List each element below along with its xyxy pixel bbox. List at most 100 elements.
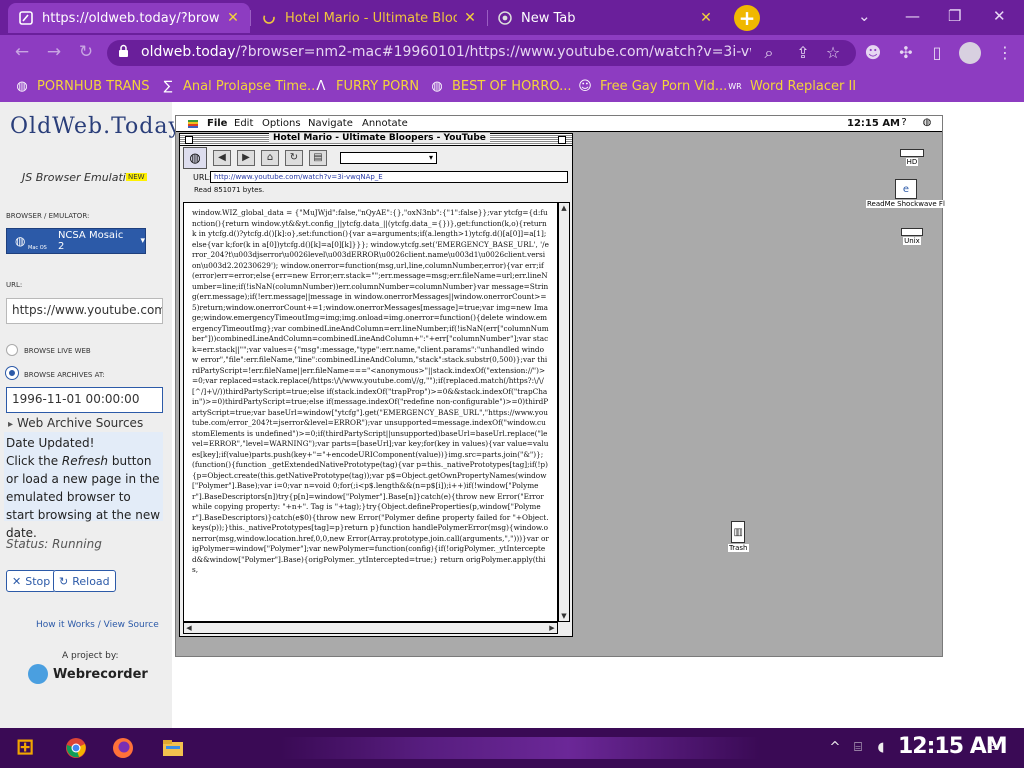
tab-oldweb[interactable]: https://oldweb.today/?browser=nm2-mac#19…	[8, 3, 250, 33]
tab-title: Hotel Mario - Ultimate Bloopers	[285, 10, 457, 26]
bookmark-star-icon[interactable]: ☆	[822, 42, 844, 64]
menu-annotate[interactable]: Annotate	[362, 118, 408, 129]
scroll-up-icon[interactable]: ▲	[559, 203, 569, 213]
back-arrow-icon[interactable]: ←	[12, 42, 32, 62]
disk-icon	[901, 228, 923, 236]
menu-navigate[interactable]: Navigate	[308, 118, 353, 129]
globe-icon: ◍	[431, 78, 443, 94]
tab-hotel-mario[interactable]: Hotel Mario - Ultimate Bloopers ✕	[251, 3, 487, 33]
browse-archives-radio[interactable]	[6, 367, 18, 379]
trash-icon: ▥	[731, 521, 746, 543]
restore-icon[interactable]: ❐	[948, 7, 961, 25]
extensions-puzzle-icon[interactable]: ✣	[895, 42, 917, 64]
reload-button[interactable]: ↻ Reload	[53, 570, 116, 592]
notifications-icon[interactable]: ▭	[984, 739, 1002, 757]
mosaic-document-body[interactable]: window.WIZ_global_data = {"MuJWjd":false…	[183, 202, 558, 622]
caret-right-icon: ▸	[8, 419, 14, 430]
site-logo[interactable]: OldWeb.Today	[10, 113, 181, 141]
bookmark-item[interactable]: ◍ PORNHUB TRANS	[14, 78, 149, 94]
window-close-box[interactable]	[185, 136, 193, 144]
bookmark-item[interactable]: ◍ BEST OF HORRO...	[429, 78, 571, 94]
bookmark-item[interactable]: ☺ Free Gay Porn Vid...	[577, 78, 727, 94]
bookmark-item[interactable]: Λ FURRY PORN	[313, 78, 420, 94]
chevron-down-icon: ▾	[140, 236, 145, 246]
scroll-left-icon[interactable]: ◀	[184, 623, 194, 633]
scroll-down-icon[interactable]: ▼	[559, 611, 569, 621]
save-icon[interactable]: ▤	[309, 150, 327, 166]
url-label: URL:	[6, 281, 23, 289]
bookmark-label: Free Gay Porn Vid...	[600, 78, 728, 94]
desktop-icon-label: HD	[905, 158, 919, 166]
scroll-right-icon[interactable]: ▶	[547, 623, 557, 633]
mosaic-status: Read 851071 bytes.	[194, 186, 265, 194]
zoom-icon[interactable]: ⌕	[758, 42, 780, 64]
minimize-icon[interactable]: —	[905, 7, 920, 25]
side-panel-icon[interactable]: ▯	[926, 42, 948, 64]
notice-emphasis: Refresh	[61, 454, 109, 468]
reload-icon[interactable]: ↻	[76, 42, 96, 62]
home-icon[interactable]: ⌂	[261, 150, 279, 166]
stop-label: Stop	[25, 574, 51, 588]
forward-arrow-icon[interactable]: ▶	[237, 150, 255, 166]
start-button[interactable]: ⊞	[10, 733, 40, 763]
horizontal-scrollbar[interactable]: ◀ ▶	[183, 622, 558, 634]
webrecorder-label: Webrecorder	[53, 666, 148, 682]
mosaic-app-icon[interactable]: ◍	[920, 117, 934, 129]
url-input[interactable]: https://www.youtube.com/watc	[6, 298, 163, 324]
back-arrow-icon[interactable]: ◀	[213, 150, 231, 166]
volume-icon[interactable]: ◖	[872, 739, 890, 757]
mosaic-url-label: URL:	[193, 173, 212, 182]
menu-edit[interactable]: Edit	[234, 118, 253, 129]
reload-icon[interactable]: ↻	[285, 150, 303, 166]
stop-button[interactable]: ✕ Stop	[6, 570, 57, 592]
vertical-scrollbar[interactable]: ▲ ▼	[558, 202, 570, 622]
share-icon[interactable]: ⇪	[792, 42, 814, 64]
project-by-label: A project by:	[62, 651, 119, 661]
file-explorer-taskbar-icon[interactable]	[159, 735, 187, 761]
help-icon[interactable]: ?	[897, 117, 911, 129]
readme-desktop-icon[interactable]: e ReadMe Shockwave Fl	[866, 179, 946, 208]
hotlist-dropdown[interactable]: ▾	[340, 152, 437, 164]
hd-desktop-icon[interactable]: HD	[900, 149, 924, 166]
desktop-icon-label: ReadMe Shockwave Fl	[866, 200, 946, 208]
reload-icon: ↻	[59, 574, 69, 588]
menu-options[interactable]: Options	[262, 118, 301, 129]
profile-avatar[interactable]	[959, 42, 981, 64]
webrecorder-logo[interactable]: Webrecorder	[28, 664, 148, 684]
archive-sources-toggle[interactable]: ▸ Web Archive Sources	[8, 416, 143, 430]
trash-desktop-icon[interactable]: ▥ Trash	[728, 521, 749, 552]
bookmark-item[interactable]: ∑ Anal Prolapse Time...	[160, 78, 320, 94]
forward-arrow-icon[interactable]: →	[44, 42, 64, 62]
bookmark-icon: ∑	[163, 78, 173, 94]
how-it-works-link[interactable]: How it Works / View Source	[36, 620, 159, 630]
address-text[interactable]: oldweb.today/?browser=nm2-mac#19960101/h…	[141, 44, 751, 60]
close-icon[interactable]: ✕	[226, 10, 240, 26]
new-tab-button[interactable]: +	[734, 5, 760, 31]
emulator-name: NCSA Mosaic 2	[57, 230, 124, 252]
close-window-icon[interactable]: ✕	[993, 7, 1006, 25]
close-icon[interactable]: ✕	[699, 10, 713, 26]
unix-desktop-icon[interactable]: Unix	[901, 228, 923, 245]
emulator-select[interactable]: ◍ Mac OS NCSA Mosaic 2 ▾	[6, 228, 146, 254]
browse-live-label[interactable]: Browse Live Web	[24, 347, 91, 355]
window-zoom-box[interactable]	[558, 136, 566, 144]
notice-text: Click the	[6, 454, 62, 468]
menu-file[interactable]: File	[207, 118, 227, 129]
date-input[interactable]: 1996-11-01 00:00:00	[6, 387, 163, 413]
mosaic-spinner-icon[interactable]: ◍	[183, 147, 207, 169]
apple-icon[interactable]	[188, 118, 198, 132]
tab-search-icon[interactable]: ⌄	[858, 7, 871, 25]
extension-avatar-icon[interactable]: ☻	[862, 42, 884, 64]
close-icon[interactable]: ✕	[463, 10, 477, 26]
chrome-taskbar-icon[interactable]	[62, 735, 90, 761]
firefox-taskbar-icon[interactable]	[109, 735, 137, 761]
more-menu-icon[interactable]: ⋮	[994, 42, 1016, 64]
show-hidden-icons[interactable]: ^	[826, 739, 844, 757]
browse-live-radio[interactable]	[6, 344, 18, 356]
tab-new-tab[interactable]: New Tab ✕	[487, 3, 723, 33]
browse-archives-label[interactable]: Browse Archives At:	[24, 371, 105, 379]
bookmark-label: Word Replacer II	[750, 78, 857, 94]
bookmark-item[interactable]: WR Word Replacer II	[727, 78, 856, 94]
network-icon[interactable]: ⌸	[849, 739, 867, 757]
mosaic-url-field[interactable]: http://www.youtube.com/watch?v=3i-vwqNAp…	[210, 171, 568, 183]
